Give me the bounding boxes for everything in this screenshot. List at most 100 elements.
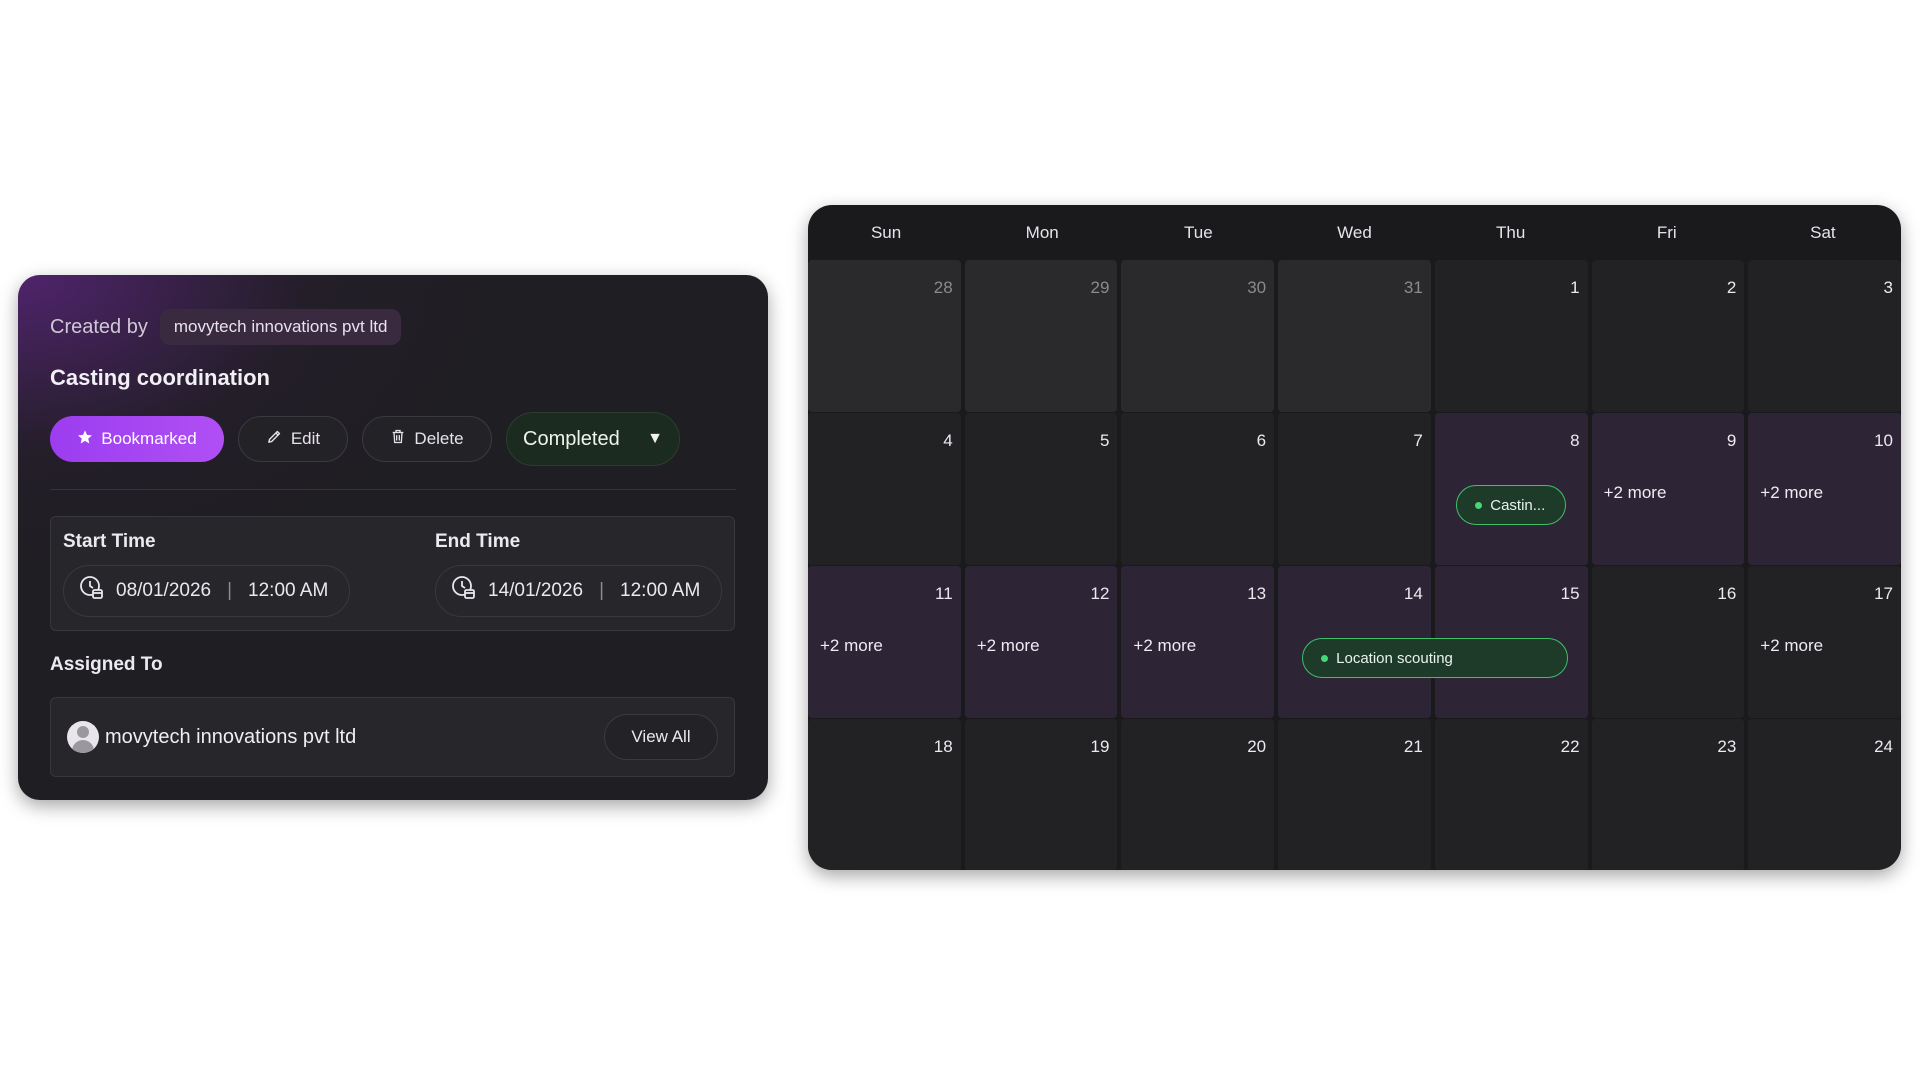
created-by-row: Created by movytech innovations pvt ltd — [50, 309, 402, 345]
day-cell[interactable]: 31 — [1278, 260, 1431, 412]
weekday-header: Sun Mon Tue Wed Thu Fri Sat — [808, 205, 1901, 260]
day-number: 3 — [1883, 278, 1893, 297]
clock-calendar-icon — [78, 574, 106, 608]
time-range-box: Start Time 08/01/2026 | 12:00 AM End Tim… — [50, 516, 735, 631]
status-select[interactable]: Completed ▼ — [506, 412, 680, 466]
day-number: 24 — [1874, 737, 1893, 756]
more-events-link[interactable]: +2 more — [1133, 636, 1196, 656]
day-cell[interactable]: 1 — [1434, 260, 1588, 412]
day-number: 30 — [1247, 278, 1267, 297]
day-number: 6 — [1256, 431, 1267, 450]
start-time-label: Start Time — [63, 531, 156, 552]
day-cell[interactable]: 11 +2 more — [808, 566, 961, 718]
day-cell[interactable]: 2 — [1591, 260, 1745, 412]
weekday-label: Fri — [1656, 222, 1677, 242]
day-cell[interactable]: 21 — [1278, 719, 1431, 870]
day-cell[interactable]: 6 — [1121, 413, 1275, 565]
pencil-icon — [266, 428, 283, 450]
day-number: 21 — [1403, 737, 1423, 756]
event-chip[interactable]: Castin... — [1456, 485, 1567, 525]
end-date: 14/01/2026 — [488, 580, 584, 601]
day-number: 23 — [1717, 737, 1737, 756]
divider — [50, 489, 736, 490]
more-events-link[interactable]: +2 more — [977, 636, 1040, 656]
day-cell[interactable]: 4 — [808, 413, 961, 565]
day-number: 12 — [1090, 584, 1110, 603]
event-label: Castin... — [1490, 496, 1546, 514]
day-number: 4 — [943, 431, 953, 450]
day-number: 15 — [1560, 584, 1580, 603]
day-number: 8 — [1570, 431, 1580, 450]
day-cell[interactable]: 3 — [1748, 260, 1901, 412]
bookmarked-label: Bookmarked — [101, 429, 197, 448]
day-cell[interactable]: 24 — [1748, 719, 1901, 870]
day-number: 7 — [1413, 431, 1423, 450]
assignee-name: movytech innovations pvt ltd — [105, 725, 357, 748]
day-cell[interactable]: 22 — [1434, 719, 1588, 870]
day-cell[interactable]: 13 +2 more — [1121, 566, 1275, 718]
start-date: 08/01/2026 — [116, 580, 212, 601]
day-cell[interactable]: 23 — [1591, 719, 1745, 870]
weekday-label: Sun — [870, 222, 902, 242]
day-number: 2 — [1726, 278, 1737, 297]
day-cell[interactable]: 29 — [964, 260, 1118, 412]
view-all-button[interactable]: View All — [604, 714, 718, 760]
bookmarked-button[interactable]: Bookmarked — [50, 416, 224, 462]
day-cell[interactable]: 28 — [808, 260, 961, 412]
day-cell[interactable]: 5 — [964, 413, 1118, 565]
event-chip[interactable]: Location scouting — [1302, 638, 1569, 678]
task-title: Casting coordination — [50, 365, 270, 390]
day-number: 29 — [1090, 278, 1110, 297]
day-cell[interactable]: 10 +2 more — [1748, 413, 1901, 565]
day-number: 18 — [933, 737, 953, 756]
more-events-link[interactable]: +2 more — [1760, 636, 1823, 656]
day-number: 9 — [1726, 431, 1737, 450]
day-number: 11 — [935, 584, 953, 603]
start-time-group: Start Time 08/01/2026 | 12:00 AM — [63, 531, 350, 617]
created-by-label: Created by — [50, 315, 148, 338]
end-time: 12:00 AM — [620, 580, 701, 601]
start-time-picker[interactable]: 08/01/2026 | 12:00 AM — [63, 565, 350, 617]
edit-label: Edit — [290, 429, 321, 448]
day-cell[interactable]: 20 — [1121, 719, 1275, 870]
more-events-link[interactable]: +2 more — [1604, 483, 1667, 503]
day-cell[interactable]: 19 — [964, 719, 1118, 870]
delete-label: Delete — [414, 429, 464, 448]
trash-icon — [390, 428, 406, 450]
more-events-link[interactable]: +2 more — [820, 636, 883, 656]
delete-button[interactable]: Delete — [362, 416, 492, 462]
day-number: 14 — [1403, 584, 1423, 603]
day-cell[interactable]: 18 — [808, 719, 961, 870]
caret-down-icon: ▼ — [647, 430, 663, 447]
day-number: 16 — [1717, 584, 1737, 603]
more-events-link[interactable]: +2 more — [1760, 483, 1823, 503]
task-actions: Bookmarked Edit Delete Completed ▼ — [50, 412, 680, 466]
assignee-box: movytech innovations pvt ltd View All — [50, 697, 735, 777]
month-calendar: Sun Mon Tue Wed Thu Fri Sat 28 29 30 31 1 2 3 4 5 6 7 8 9 +… — [808, 205, 1901, 870]
day-number: 17 — [1874, 584, 1893, 603]
creator-chip[interactable]: movytech innovations pvt ltd — [159, 309, 402, 345]
assigned-to-label: Assigned To — [50, 654, 163, 675]
day-number: 28 — [933, 278, 953, 297]
calendar-grid: 28 29 30 31 1 2 3 4 5 6 7 8 9 +2 more 10 +2 more 11 +2 mo… — [808, 260, 1901, 870]
weekday-label: Tue — [1184, 222, 1213, 242]
star-icon — [77, 429, 93, 450]
day-cell[interactable]: 16 — [1591, 566, 1745, 718]
end-time-group: End Time 14/01/2026 | 12:00 AM — [435, 531, 722, 617]
day-cell[interactable]: 7 — [1278, 413, 1431, 565]
clock-calendar-icon — [450, 574, 478, 608]
day-cell[interactable]: 12 +2 more — [964, 566, 1118, 718]
day-number: 20 — [1247, 737, 1267, 756]
day-cell[interactable]: 30 — [1121, 260, 1275, 412]
end-time-picker[interactable]: 14/01/2026 | 12:00 AM — [435, 565, 722, 617]
day-cell[interactable]: 17 +2 more — [1748, 566, 1901, 718]
day-cell[interactable]: 9 +2 more — [1591, 413, 1745, 565]
day-number: 1 — [1570, 278, 1580, 297]
weekday-label: Wed — [1337, 222, 1372, 242]
day-number: 31 — [1403, 278, 1423, 297]
edit-button[interactable]: Edit — [238, 416, 348, 462]
task-detail-card: Created by movytech innovations pvt ltd … — [18, 275, 768, 800]
day-number: 5 — [1099, 431, 1110, 450]
avatar — [67, 721, 99, 753]
start-time: 12:00 AM — [248, 580, 329, 601]
